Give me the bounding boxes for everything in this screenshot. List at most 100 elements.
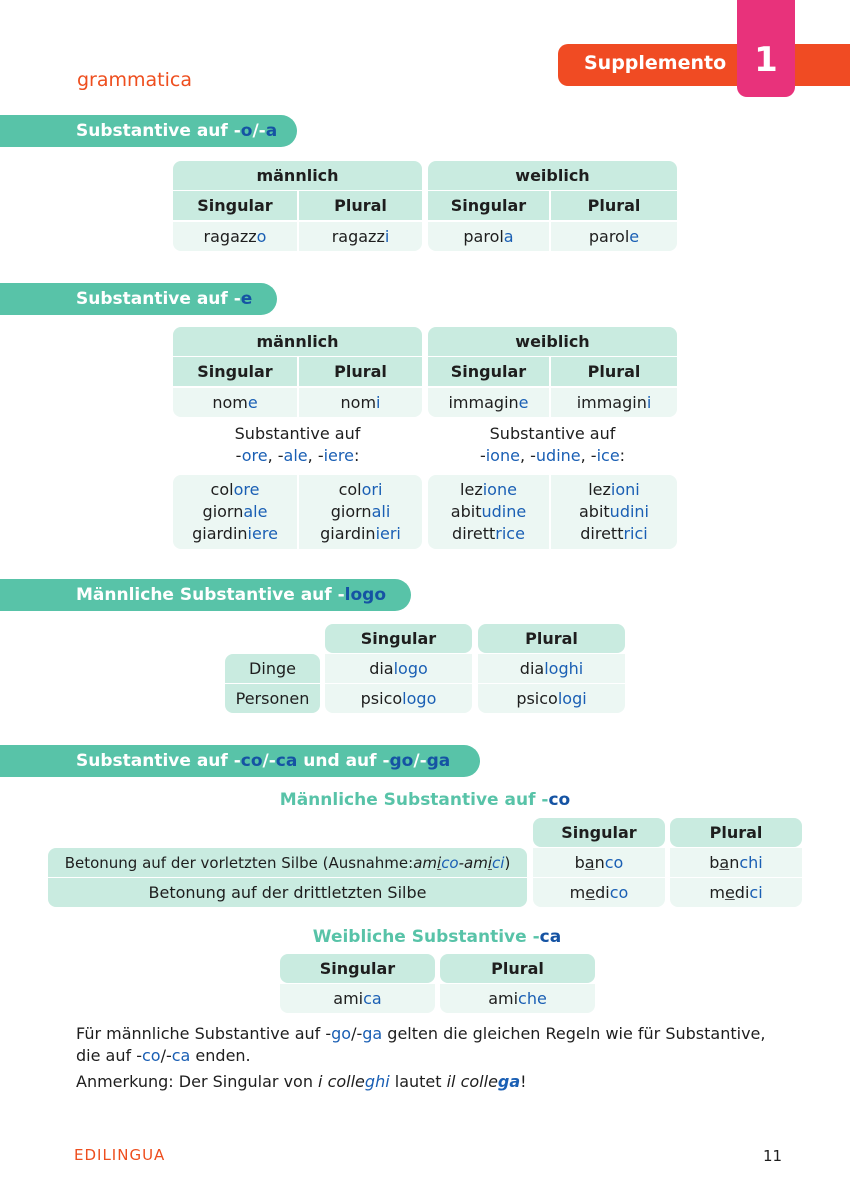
para-italic: il colle <box>446 1072 498 1091</box>
table-cell: m e di co <box>533 878 665 907</box>
word-stem: m <box>569 882 586 902</box>
table-cell: immagin i <box>551 388 677 417</box>
word-stem: lez <box>588 480 611 499</box>
note-text: : <box>619 446 626 465</box>
title-ending: go <box>389 751 414 771</box>
para-text: Für männliche Substantive auf - <box>76 1024 332 1043</box>
supplement-number: 1 <box>754 40 778 80</box>
table-cell: psico logo <box>325 684 472 713</box>
word: direttrice <box>452 523 525 545</box>
word-stem: parol <box>463 226 504 246</box>
note-line: -ione, -udine, -ice: <box>428 445 677 467</box>
title-text: Substantive auf - <box>76 751 241 771</box>
header-plural: Plural <box>440 954 595 983</box>
header-singular: Singular <box>173 191 297 220</box>
note-ending: udine <box>535 446 581 465</box>
note-ending: iere <box>323 446 354 465</box>
note-text: , - <box>519 446 536 465</box>
word-stem: abit <box>450 502 482 521</box>
word-ending: ci <box>749 882 763 902</box>
subheading-masculine: Männliche Substantive auf -co <box>0 790 850 810</box>
paragraph-line: die auf -co/-ca enden. <box>76 1045 796 1067</box>
word-ending: co <box>604 852 624 872</box>
word-ending: logo <box>393 658 428 678</box>
note-ending: ione <box>485 446 520 465</box>
table-cell: ragazz o <box>173 222 297 251</box>
word: giornale <box>203 501 268 523</box>
word-stem: immagin <box>448 392 519 412</box>
para-ending: ca <box>171 1046 191 1065</box>
title-ending: o <box>240 121 253 141</box>
word-ending: i <box>376 392 381 412</box>
title-ending: a <box>265 121 278 141</box>
col-header-masculine: männlich <box>173 327 422 356</box>
paragraph-line: Für männliche Substantive auf -go/-ga ge… <box>76 1023 796 1045</box>
note-ending: ice <box>596 446 620 465</box>
header-singular: Singular <box>280 954 435 983</box>
header-plural: Plural <box>299 191 422 220</box>
word-ending: ale <box>243 502 268 521</box>
table-cell: nom i <box>299 388 422 417</box>
title-ending: co <box>240 751 263 771</box>
label-ending: co <box>441 853 459 872</box>
section-title-logo: Männliche Substantive auf -logo <box>0 579 411 611</box>
para-ending: go <box>331 1024 352 1043</box>
table-cell: parol a <box>428 222 549 251</box>
word-ending: che <box>518 988 547 1008</box>
header-plural: Plural <box>551 191 677 220</box>
word-ending: rici <box>623 524 648 543</box>
para-text: die auf - <box>76 1046 142 1065</box>
row-label-penultimate: Betonung auf der vorletzten Silbe (Ausna… <box>48 848 527 877</box>
para-text: Anmerkung: Der Singular von <box>76 1072 319 1091</box>
header-plural: Plural <box>478 624 625 653</box>
word-ending: e <box>518 392 529 412</box>
subheading-feminine: Weibliche Substantive -ca <box>0 927 850 947</box>
row-label: Dinge <box>225 654 320 683</box>
table-cell: parol e <box>551 222 677 251</box>
word-stem: dia <box>519 658 545 678</box>
word-ending: chi <box>739 852 763 872</box>
word-stem: lez <box>460 480 483 499</box>
table-cell: dia logo <box>325 654 472 683</box>
word-stem: giardin <box>192 524 248 543</box>
title-text: und auf - <box>297 751 390 771</box>
title-text: Substantive auf - <box>76 289 241 309</box>
title-text: /- <box>252 121 266 141</box>
word: colori <box>339 479 383 501</box>
label-ending: ci <box>492 853 505 872</box>
header-singular: Singular <box>173 357 297 386</box>
note-text: : <box>353 446 360 465</box>
header-plural: Plural <box>551 357 677 386</box>
word-stem: col <box>338 480 362 499</box>
note-line: Substantive auf <box>234 424 361 443</box>
title-ending: logo <box>344 585 386 605</box>
word-stress: a <box>584 852 595 872</box>
col-header-feminine: weiblich <box>428 161 677 190</box>
word-ending: rice <box>495 524 525 543</box>
header-singular: Singular <box>325 624 472 653</box>
word: abitudine <box>451 501 526 523</box>
para-text: /- <box>351 1024 363 1043</box>
page-number: 11 <box>763 1147 783 1165</box>
table-cell-multi: colore giornale giardiniere <box>173 475 297 549</box>
word-stem: psico <box>516 688 558 708</box>
note-text: , - <box>267 446 284 465</box>
para-ending: ga <box>362 1024 383 1043</box>
publisher-logo: EDILINGUA <box>74 1146 166 1164</box>
note-text: , - <box>307 446 324 465</box>
word-stem: nom <box>340 392 377 412</box>
title-text: /- <box>413 751 427 771</box>
word-stem: abit <box>578 502 610 521</box>
table-cell-multi: colori giornali giardinieri <box>299 475 422 549</box>
word-ending: loghi <box>544 658 584 678</box>
table-cell-multi: lezioni abitudini direttrici <box>551 475 677 549</box>
word-stem: n <box>594 852 605 872</box>
word-ending: e <box>247 392 258 412</box>
title-ending: ca <box>275 751 298 771</box>
table-cell-multi: lezione abitudine direttrice <box>428 475 549 549</box>
word-ending: ca <box>363 988 382 1008</box>
table-cell: b a n chi <box>670 848 802 877</box>
word-stem: immagin <box>576 392 647 412</box>
para-text: gelten die gleichen Regeln wie für Subst… <box>382 1024 766 1043</box>
table-cell: ragazz i <box>299 222 422 251</box>
